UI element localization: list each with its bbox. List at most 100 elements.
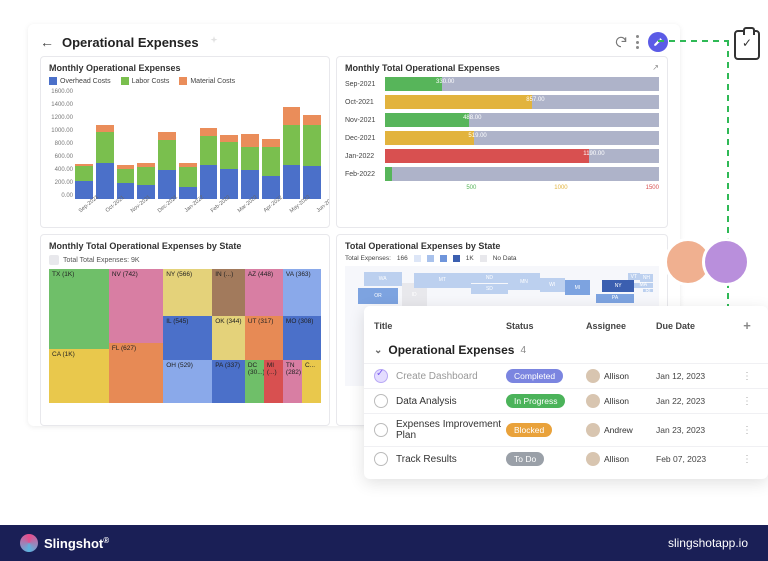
chevron-down-icon: ⌄ [374, 345, 382, 356]
task-row: Expenses Improvement PlanBlocked AndrewJa… [364, 413, 768, 446]
assignee-cell[interactable]: Allison [586, 394, 656, 408]
due-date: Feb 07, 2023 [656, 454, 736, 464]
hbar-row: Sep-2021330.00 [345, 77, 659, 91]
card-treemap: Monthly Total Operational Expenses by St… [40, 234, 330, 426]
bar [96, 125, 114, 199]
brand-name: Slingshot® [44, 536, 109, 551]
footer: Slingshot® slingshotapp.io [0, 525, 768, 561]
treemap-cell: DC (30...) [245, 360, 264, 403]
treemap: TX (1K)CA (1K)NV (742)FL (627)NY (566)IL… [49, 269, 321, 403]
task-row: Create DashboardCompleted AllisonJan 12, … [364, 363, 768, 388]
task-title[interactable]: Expenses Improvement Plan [396, 419, 506, 441]
more-icon[interactable] [636, 35, 640, 49]
treemap-cell: C... [302, 360, 321, 403]
state-cell: WI [540, 278, 565, 292]
collaborator-avatars [664, 238, 750, 286]
bar [241, 134, 259, 199]
hbar-row: Dec-2021519.00 [345, 131, 659, 145]
avatar [586, 394, 600, 408]
due-date: Jan 23, 2023 [656, 425, 736, 435]
task-title[interactable]: Data Analysis [396, 396, 506, 407]
treemap-cell: NV (742) [109, 269, 163, 343]
task-row: Data AnalysisIn ProgressAllisonJan 22, 2… [364, 388, 768, 413]
refresh-icon[interactable] [614, 35, 628, 49]
task-checkbox[interactable] [374, 394, 388, 408]
dashed-connector [658, 40, 766, 340]
status-badge[interactable]: To Do [506, 452, 544, 466]
bar [75, 164, 93, 199]
state-cell: PA [596, 294, 634, 304]
treemap-cell: CA (1K) [49, 349, 109, 403]
state-cell: NY [602, 280, 633, 292]
bar [179, 163, 197, 199]
state-cell: NH [640, 274, 653, 281]
treemap-cell: AZ (448) [245, 269, 283, 316]
assignee-cell[interactable]: Allison [586, 452, 656, 466]
bar [303, 115, 321, 199]
card-title: Monthly Total Operational Expenses [345, 63, 659, 73]
stacked-bar-legend: Overhead Costs Labor Costs Material Cost… [49, 77, 321, 85]
map-legend: Total Expenses: 166 1K No Data [345, 255, 659, 262]
col-due: Due Date [656, 321, 736, 331]
state-cell: MN [508, 273, 539, 290]
hbar-row: Feb-2022 [345, 167, 659, 181]
state-cell: VT [628, 273, 641, 280]
state-cell: MT [414, 273, 471, 287]
footer-url: slingshotapp.io [668, 536, 748, 550]
task-checkbox[interactable] [374, 369, 388, 383]
card-title: Total Operational Expenses by State [345, 241, 659, 251]
bar [262, 139, 280, 200]
add-column-icon[interactable]: + [736, 318, 758, 333]
row-more-icon[interactable]: ⋮ [736, 454, 758, 465]
assignee-cell[interactable]: Andrew [586, 423, 656, 437]
card-monthly-expenses: Monthly Operational Expenses Overhead Co… [40, 56, 330, 228]
treemap-cell: IN (...) [212, 269, 245, 316]
state-cell: MI [565, 280, 590, 294]
card-title: Monthly Operational Expenses [49, 63, 321, 73]
assignee-cell[interactable]: Allison [586, 369, 656, 383]
state-cell: RI [643, 289, 652, 293]
grid-icon [49, 255, 59, 265]
task-checkbox[interactable] [374, 423, 388, 437]
due-date: Jan 12, 2023 [656, 371, 736, 381]
state-cell: OR [358, 288, 399, 305]
treemap-cell: FL (627) [109, 343, 163, 403]
treemap-cell: OH (529) [163, 360, 212, 403]
hbar-row: Jan-20221190.00 [345, 149, 659, 163]
bar [158, 132, 176, 199]
bar [220, 135, 238, 199]
state-cell: WA [364, 272, 402, 286]
task-group-header[interactable]: ⌄ Operational Expenses 4 [364, 337, 768, 363]
avatar [586, 369, 600, 383]
back-arrow-icon[interactable]: ← [40, 34, 54, 50]
row-more-icon[interactable]: ⋮ [736, 371, 758, 382]
task-title[interactable]: Track Results [396, 454, 506, 465]
bar [200, 128, 218, 200]
brand-logo-icon [20, 534, 38, 552]
state-cell: ND [471, 273, 509, 283]
hbar-row: Nov-2021488.00 [345, 113, 659, 127]
row-more-icon[interactable]: ⋮ [736, 425, 758, 436]
col-title: Title [374, 321, 506, 331]
state-cell: SD [471, 284, 509, 294]
status-badge[interactable]: Completed [506, 369, 563, 383]
treemap-cell: PA (337) [212, 360, 245, 403]
status-badge[interactable]: In Progress [506, 394, 565, 408]
task-title[interactable]: Create Dashboard [396, 371, 506, 382]
treemap-cell: OK (344) [212, 316, 245, 360]
task-panel: Title Status Assignee Due Date + ⌄ Opera… [364, 306, 768, 479]
treemap-cell: UT (317) [245, 316, 283, 360]
hbar-scale: 500 1000 1500 [345, 185, 659, 191]
task-checkbox[interactable] [374, 452, 388, 466]
bar [283, 107, 301, 199]
treemap-cell: VA (363) [283, 269, 321, 316]
status-badge[interactable]: Blocked [506, 423, 552, 437]
row-more-icon[interactable]: ⋮ [736, 396, 758, 407]
col-status: Status [506, 321, 586, 331]
clipboard-icon [734, 30, 760, 60]
treemap-cell: MI (...) [264, 360, 283, 403]
hbar-row: Oct-2021857.00 [345, 95, 659, 109]
task-row: Track ResultsTo Do AllisonFeb 07, 2023⋮ [364, 446, 768, 471]
sparkle-icon [207, 35, 221, 49]
bar [117, 165, 135, 199]
